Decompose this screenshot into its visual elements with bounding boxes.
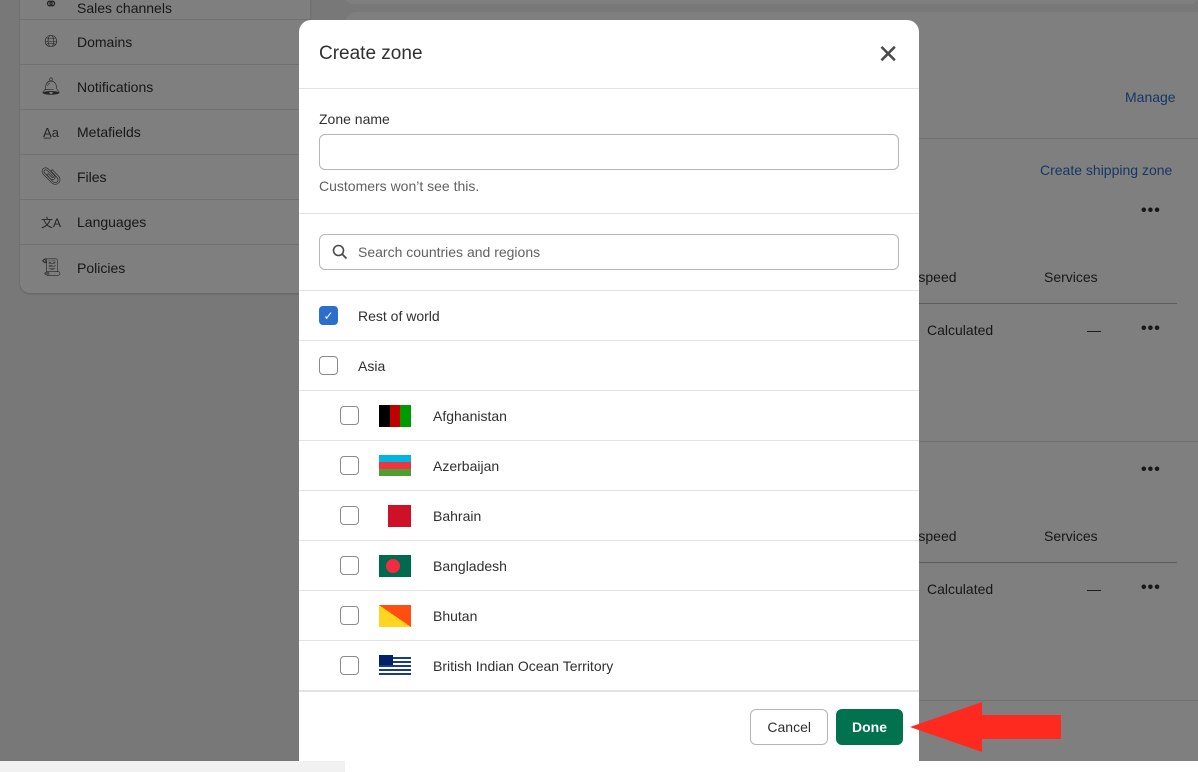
country-row[interactable]: Afghanistan bbox=[299, 391, 919, 441]
done-button[interactable]: Done bbox=[836, 708, 903, 745]
search-input[interactable] bbox=[358, 244, 878, 260]
annotation-arrow-icon bbox=[910, 702, 1061, 752]
country-label: Bangladesh bbox=[433, 557, 507, 574]
checkbox[interactable] bbox=[340, 456, 359, 475]
bahrain-flag-icon bbox=[379, 504, 411, 527]
close-icon[interactable]: ✕ bbox=[877, 41, 899, 67]
country-label: British Indian Ocean Territory bbox=[433, 657, 614, 674]
country-label: Azerbaijan bbox=[433, 457, 500, 474]
country-label: Bhutan bbox=[433, 607, 478, 624]
region-rest-of-world[interactable]: ✓ Rest of world bbox=[299, 291, 919, 341]
checkbox[interactable] bbox=[340, 556, 359, 575]
region-label: Asia bbox=[358, 357, 386, 374]
zone-name-help: Customers won’t see this. bbox=[319, 178, 480, 194]
bangladesh-flag-icon bbox=[379, 554, 411, 577]
checkbox[interactable] bbox=[319, 356, 338, 375]
search-icon bbox=[332, 244, 348, 260]
checkbox[interactable] bbox=[340, 606, 359, 625]
afghanistan-flag-icon bbox=[379, 404, 411, 427]
checkbox[interactable] bbox=[340, 506, 359, 525]
zone-name-label: Zone name bbox=[319, 111, 390, 127]
country-row[interactable]: Bangladesh bbox=[299, 541, 919, 591]
modal-title: Create zone bbox=[319, 43, 423, 64]
country-row[interactable]: Azerbaijan bbox=[299, 441, 919, 491]
create-zone-modal: Create zone ✕ Zone name Customers won’t … bbox=[299, 20, 919, 761]
azerbaijan-flag-icon bbox=[379, 454, 411, 477]
country-row[interactable]: Bhutan bbox=[299, 591, 919, 641]
checkbox[interactable] bbox=[340, 656, 359, 675]
country-label: Bahrain bbox=[433, 507, 482, 524]
search-field[interactable] bbox=[319, 234, 899, 270]
region-asia[interactable]: Asia bbox=[299, 341, 919, 391]
checkbox[interactable] bbox=[340, 406, 359, 425]
country-row[interactable]: British Indian Ocean Territory bbox=[299, 641, 919, 691]
british-indian-ocean-territory-flag-icon bbox=[379, 654, 411, 677]
cancel-button[interactable]: Cancel bbox=[750, 708, 828, 745]
bhutan-flag-icon bbox=[379, 604, 411, 627]
country-row[interactable]: Bahrain bbox=[299, 491, 919, 541]
region-label: Rest of world bbox=[358, 307, 440, 324]
country-label: Afghanistan bbox=[433, 407, 507, 424]
zone-name-input[interactable] bbox=[319, 134, 899, 170]
checkbox-checked[interactable]: ✓ bbox=[319, 306, 338, 325]
